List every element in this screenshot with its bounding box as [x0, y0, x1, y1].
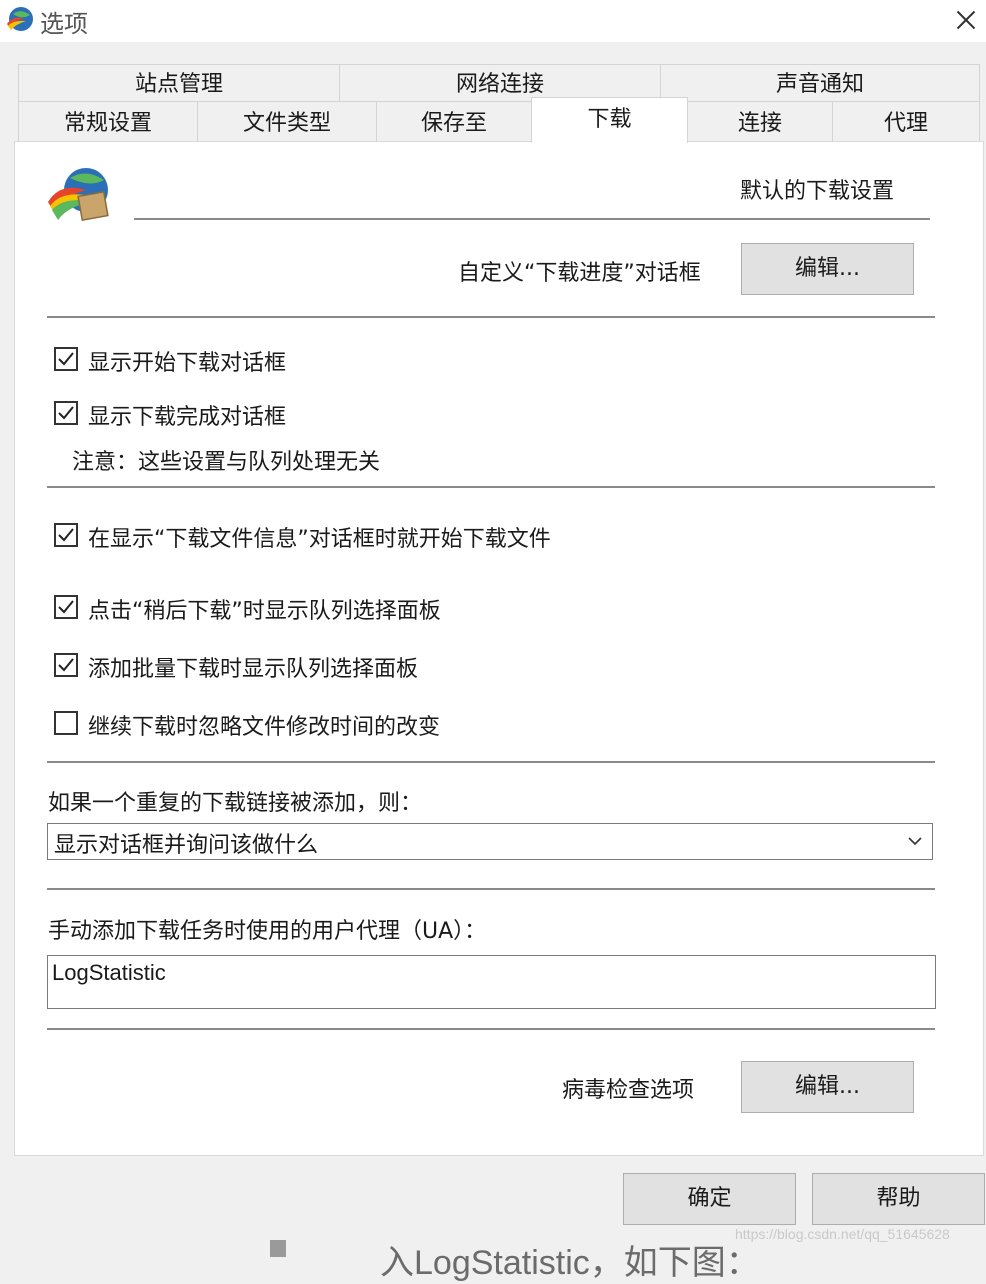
- tab-connection[interactable]: 连接: [687, 101, 833, 142]
- tab-sound-notification[interactable]: 声音通知: [660, 64, 980, 102]
- user-agent-input[interactable]: LogStatistic: [47, 955, 936, 1009]
- checkbox-ignore-modified-time[interactable]: [54, 711, 78, 735]
- checkbox-label: 继续下载时忽略文件修改时间的改变: [88, 715, 441, 740]
- edit-progress-dialog-button[interactable]: 编辑...: [741, 243, 914, 295]
- divider: [47, 888, 935, 891]
- checkbox-label: 添加批量下载时显示队列选择面板: [88, 657, 419, 682]
- checkbox-label: 显示下载完成对话框: [88, 405, 287, 430]
- duplicate-action-value: 显示对话框并询问该做什么: [54, 833, 319, 858]
- idm-logo-icon: [48, 168, 109, 221]
- title-bar: 选项: [0, 0, 986, 42]
- edit-virus-check-button[interactable]: 编辑...: [741, 1061, 914, 1113]
- checkbox-start-on-info-dialog[interactable]: [54, 523, 78, 547]
- user-agent-value: LogStatistic: [52, 960, 166, 985]
- app-icon: [7, 7, 33, 31]
- tab-site-management[interactable]: 站点管理: [18, 64, 340, 102]
- checkbox-show-complete-dialog[interactable]: [54, 401, 78, 425]
- user-agent-label: 手动添加下载任务时使用的用户代理（UA）：: [48, 919, 487, 944]
- checkbox-show-start-dialog[interactable]: [54, 347, 78, 371]
- divider: [47, 486, 935, 489]
- divider: [47, 1028, 935, 1031]
- tab-download[interactable]: 下载: [531, 97, 688, 143]
- note-text: 注意：这些设置与队列处理无关: [72, 450, 381, 475]
- ok-button[interactable]: 确定: [623, 1173, 796, 1225]
- header-divider: [134, 218, 930, 221]
- duplicate-action-select[interactable]: 显示对话框并询问该做什么: [47, 823, 933, 860]
- tab-proxy[interactable]: 代理: [832, 101, 980, 142]
- virus-check-label: 病毒检查选项: [562, 1078, 695, 1103]
- close-icon[interactable]: [944, 0, 986, 40]
- chevron-down-icon: [908, 837, 922, 846]
- checkbox-queue-on-later[interactable]: [54, 595, 78, 619]
- watermark: https://blog.csdn.net/qq_51645628: [735, 1226, 950, 1242]
- tab-save-to[interactable]: 保存至: [376, 101, 532, 142]
- tab-file-types[interactable]: 文件类型: [197, 101, 377, 142]
- checkbox-label: 点击“稍后下载”时显示队列选择面板: [88, 599, 441, 624]
- background-scroll-marker: [270, 1240, 286, 1257]
- checkbox-label: 显示开始下载对话框: [88, 351, 287, 376]
- tab-general[interactable]: 常规设置: [18, 101, 198, 142]
- duplicate-link-label: 如果一个重复的下载链接被添加，则：: [48, 791, 423, 816]
- section-title: 默认的下载设置: [740, 179, 895, 204]
- window-title: 选项: [40, 10, 88, 38]
- checkbox-label: 在显示“下载文件信息”对话框时就开始下载文件: [88, 527, 551, 552]
- background-text: 入LogStatistic，如下图：: [380, 1244, 760, 1282]
- progress-dialog-label: 自定义“下载进度”对话框: [458, 261, 701, 286]
- divider: [47, 316, 935, 319]
- divider: [47, 761, 935, 764]
- help-button[interactable]: 帮助: [812, 1173, 985, 1225]
- checkbox-queue-on-batch[interactable]: [54, 653, 78, 677]
